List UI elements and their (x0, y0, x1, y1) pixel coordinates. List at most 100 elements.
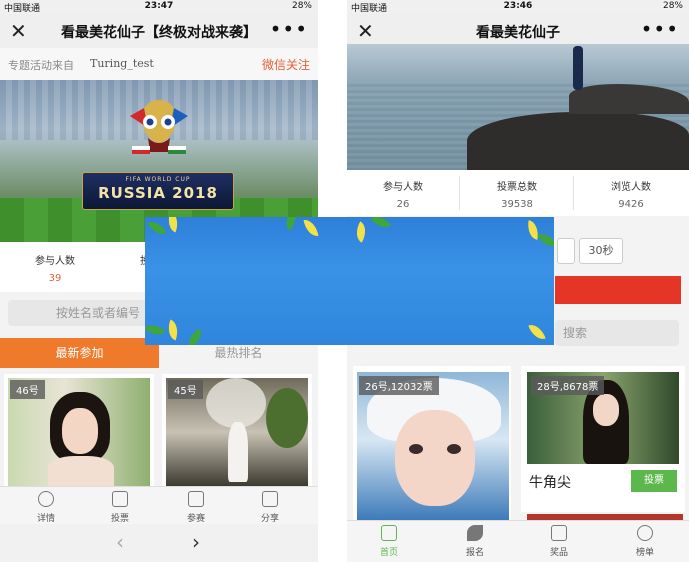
stat-value: 9426 (618, 199, 644, 210)
eye-shape (409, 444, 423, 454)
leaf-decoration (184, 328, 206, 345)
chat-icon (38, 491, 54, 507)
contestant-card[interactable]: 45号 (162, 374, 312, 486)
nav-vote[interactable]: 投票 (100, 491, 140, 524)
countdown-seconds: 30秒 (579, 238, 623, 264)
page-title: 看最美花仙子 (476, 25, 560, 41)
stat-value: 26 (396, 199, 410, 210)
leaf-decoration (370, 217, 392, 233)
nav-label: 详情 (36, 514, 55, 524)
logo-text: RUSSIA 2018 (98, 184, 218, 202)
nav-details[interactable]: 详情 (26, 491, 66, 524)
source-account-name: Turing_test (90, 57, 154, 70)
divider (573, 176, 574, 210)
clock: 23:46 (503, 1, 533, 11)
divider (459, 176, 460, 210)
clipboard-icon (112, 491, 128, 507)
battery-level: 28% (662, 1, 683, 11)
tab-latest[interactable]: 最新参加 (0, 338, 159, 368)
nav-bar: ✕ 看最美花仙子 ••• (347, 14, 689, 48)
nav-join[interactable]: 参赛 (176, 491, 216, 524)
rock-shape (467, 112, 689, 170)
stat-value: 39538 (501, 199, 533, 210)
leaf-decoration (351, 221, 371, 243)
leaf-decoration (145, 319, 166, 341)
stat-views: 浏览人数 9426 (585, 178, 677, 210)
contestant-card[interactable]: 28号,8678票 牛角尖 投票 (521, 366, 685, 512)
dress-shape (228, 422, 248, 482)
logo-subtext: FIFA WORLD CUP (125, 176, 191, 183)
action-bar[interactable] (555, 276, 681, 304)
close-icon[interactable]: ✕ (10, 19, 27, 43)
gift-icon (551, 525, 567, 541)
nav-ranking[interactable]: 榜单 (625, 525, 665, 558)
stat-participants: 参与人数 26 (357, 178, 449, 210)
contestant-card[interactable]: 26号,12032票 (353, 366, 511, 522)
stat-label: 参与人数 (35, 256, 75, 267)
face-shape (62, 408, 98, 454)
leaf-decoration (528, 321, 546, 343)
nav-prizes[interactable]: 奖品 (539, 525, 579, 558)
banner-image (347, 44, 689, 170)
back-arrow-icon[interactable]: ‹ (116, 530, 124, 554)
nav-label: 分享 (260, 514, 279, 524)
nav-label: 参赛 (186, 514, 205, 524)
forward-arrow-icon[interactable]: › (192, 530, 200, 554)
vote-button[interactable]: 投票 (631, 470, 677, 492)
foliage-shape (266, 388, 308, 448)
home-icon (381, 525, 397, 541)
leaf-decoration (303, 218, 319, 238)
stat-votes: 投票总数 39538 (471, 178, 563, 210)
stats-panel: 参与人数 26 投票总数 39538 浏览人数 9426 (347, 170, 689, 216)
browser-pager: ‹ › (0, 524, 318, 562)
stat-label: 参与人数 (383, 182, 423, 193)
source-bar: 专题活动来自 Turing_test 微信关注 (0, 48, 318, 80)
contestant-name: 牛角尖 (529, 475, 571, 491)
face-shape (593, 394, 619, 426)
person-silhouette (573, 46, 583, 90)
nav-signup[interactable]: 报名 (455, 525, 495, 558)
clock: 23:47 (144, 1, 174, 11)
nav-label: 榜单 (635, 548, 654, 558)
stat-value: 39 (48, 273, 62, 284)
face-shape (395, 410, 475, 506)
close-icon[interactable]: ✕ (357, 19, 374, 43)
nav-label: 报名 (465, 548, 484, 558)
contestant-badge: 28号,8678票 (531, 376, 605, 395)
contestant-badge: 26号,12032票 (359, 376, 439, 395)
source-label: 专题活动来自 (8, 59, 74, 72)
follow-link[interactable]: 微信关注 (262, 56, 310, 73)
status-bar: 中国联通 23:46 28% (347, 0, 689, 14)
leaf-decoration (164, 319, 182, 341)
medal-icon (637, 525, 653, 541)
nav-label: 投票 (110, 514, 129, 524)
layers-icon (188, 491, 204, 507)
feather-icon (467, 525, 483, 541)
more-icon[interactable]: ••• (270, 17, 308, 41)
trophy-logo (130, 100, 188, 154)
stat-participants: 参与人数 39 (20, 252, 90, 284)
bottom-nav: 首页 报名 奖品 榜单 (347, 520, 689, 562)
leaf-decoration (147, 217, 167, 239)
search-input[interactable]: 搜索 (555, 320, 679, 346)
more-icon[interactable]: ••• (641, 17, 679, 41)
contestant-card[interactable]: 46号 (4, 374, 154, 486)
shoulder-shape (48, 456, 114, 486)
blue-leaf-overlay (145, 217, 554, 345)
nav-home[interactable]: 首页 (369, 525, 409, 558)
nav-label: 首页 (379, 548, 398, 558)
nav-share[interactable]: 分享 (250, 491, 290, 524)
contestant-badge: 46号 (10, 380, 45, 399)
leaf-decoration (537, 229, 554, 251)
status-bar: 中国联通 23:47 28% (0, 0, 318, 14)
countdown-box (557, 238, 575, 264)
stat-label: 投票总数 (497, 182, 537, 193)
nav-label: 奖品 (549, 548, 568, 558)
leaf-decoration (280, 217, 302, 231)
edit-icon (262, 491, 278, 507)
nav-bar: ✕ 看最美花仙子【终极对战来袭】 ••• (0, 14, 318, 48)
light-glow (206, 378, 266, 428)
page-title: 看最美花仙子【终极对战来袭】 (61, 25, 257, 41)
contestant-badge: 45号 (168, 380, 203, 399)
russia-2018-logo: FIFA WORLD CUP RUSSIA 2018 (82, 172, 234, 210)
